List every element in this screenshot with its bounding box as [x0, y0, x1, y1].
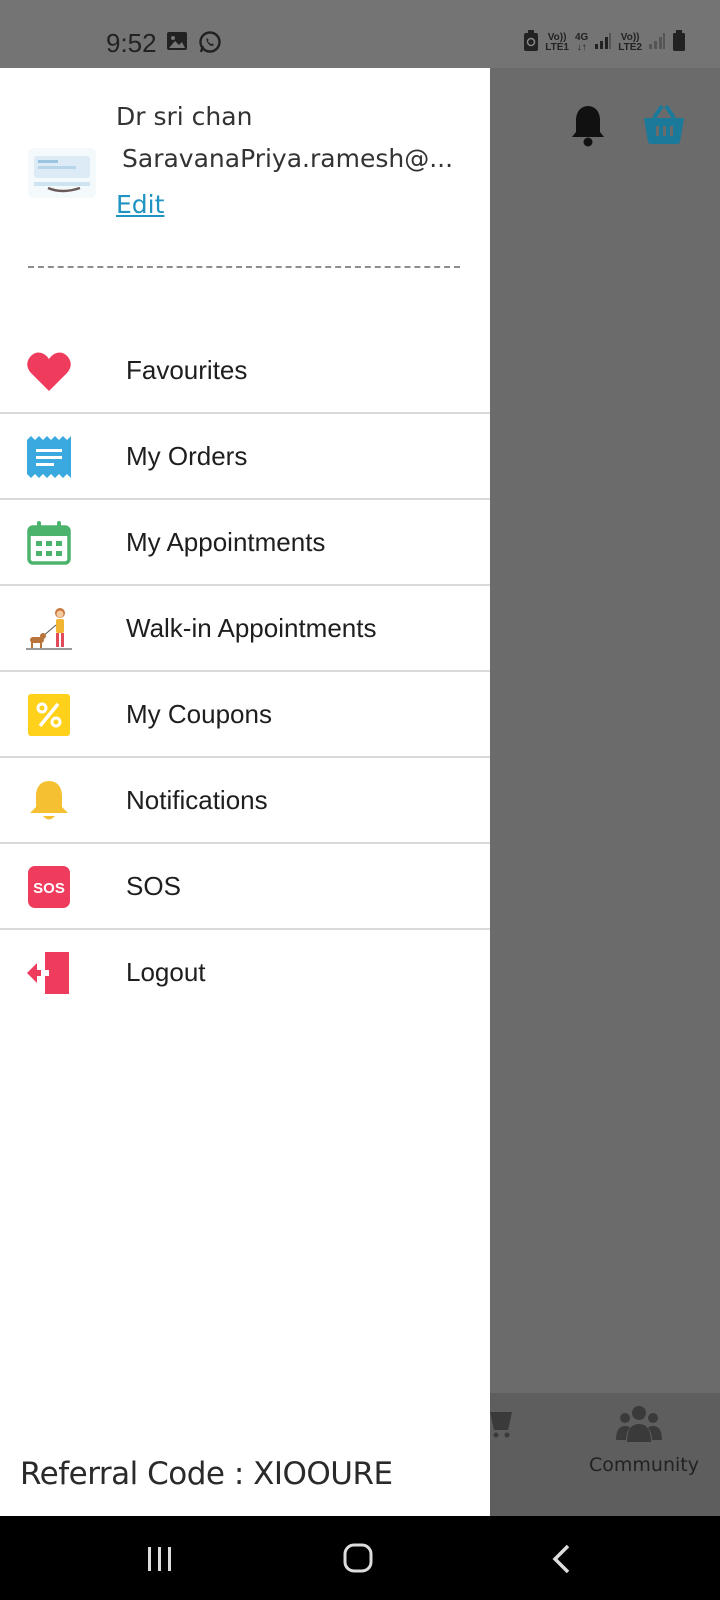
bell-icon: [26, 778, 72, 824]
battery-icon: [672, 30, 686, 55]
menu-label: My Appointments: [126, 527, 326, 557]
signal-icon: [594, 32, 612, 53]
signal2-icon: [648, 32, 666, 53]
status-time: 9:52: [106, 28, 157, 58]
menu-label: Notifications: [126, 785, 268, 815]
menu-label: Walk-in Appointments: [126, 613, 377, 643]
sim2-label-top: Vo)): [620, 31, 640, 43]
back-button[interactable]: [550, 1544, 572, 1579]
basket-icon[interactable]: [642, 104, 686, 151]
system-nav-bar: [0, 1516, 720, 1600]
profile-name: Dr sri chan: [116, 102, 253, 131]
bottom-nav-community-label[interactable]: Community: [589, 1454, 699, 1476]
edit-profile-link[interactable]: Edit: [116, 190, 164, 219]
gallery-icon: [166, 30, 188, 59]
menu-item-my-appointments[interactable]: My Appointments: [0, 500, 490, 586]
menu-item-sos[interactable]: SOS SOS: [0, 844, 490, 930]
logout-icon: [26, 950, 72, 996]
sim2-indicator: Vo)) LTE2: [618, 31, 642, 53]
menu-label: Favourites: [126, 355, 248, 385]
menu-item-my-coupons[interactable]: My Coupons: [0, 672, 490, 758]
menu-item-logout[interactable]: Logout: [0, 930, 490, 1016]
community-icon: [616, 1404, 662, 1449]
menu-item-favourites[interactable]: Favourites: [0, 328, 490, 414]
referral-code: Referral Code : XIOOURE: [20, 1456, 393, 1492]
menu-item-notifications[interactable]: Notifications: [0, 758, 490, 844]
network-indicator: 4G ↓↑: [574, 31, 589, 53]
menu-item-my-orders[interactable]: My Orders: [0, 414, 490, 500]
calendar-icon: [26, 520, 72, 566]
avatar[interactable]: [28, 148, 96, 198]
profile-email: SaravanaPriya.ramesh@...: [122, 144, 454, 173]
navigation-drawer: Dr sri chan SaravanaPriya.ramesh@... Edi…: [0, 68, 490, 1516]
coupon-icon: [26, 692, 72, 738]
receipt-icon: [26, 434, 72, 480]
sos-icon: SOS: [26, 864, 72, 910]
menu-label: SOS: [126, 871, 181, 901]
menu-label: My Orders: [126, 441, 248, 471]
recents-button[interactable]: [146, 1546, 174, 1577]
bell-icon[interactable]: [570, 104, 606, 153]
battery-saver-icon: [523, 30, 539, 55]
sim1-indicator: Vo)) LTE1: [545, 31, 569, 53]
profile-divider: [28, 266, 460, 268]
drawer-menu: Favourites My Orders My Appointments Wal…: [0, 328, 490, 1016]
data-arrows-icon: ↓↑: [576, 41, 587, 53]
cart-icon: [486, 1408, 516, 1443]
dog-walk-icon: [26, 606, 72, 652]
status-bar: 9:52 Vo)) LTE1 4G ↓↑ Vo)) LTE2: [0, 0, 720, 68]
network-label: 4G: [574, 31, 589, 43]
sos-badge-text: SOS: [33, 880, 65, 897]
menu-label: Logout: [126, 957, 206, 987]
menu-label: My Coupons: [126, 699, 272, 729]
home-button[interactable]: [342, 1542, 374, 1579]
sim2-label-bottom: LTE2: [618, 41, 642, 53]
sim1-label-bottom: LTE1: [545, 41, 569, 53]
menu-item-walk-in-appointments[interactable]: Walk-in Appointments: [0, 586, 490, 672]
sim1-label-top: Vo)): [547, 31, 567, 43]
heart-icon: [26, 348, 72, 394]
whatsapp-icon: [198, 30, 222, 59]
